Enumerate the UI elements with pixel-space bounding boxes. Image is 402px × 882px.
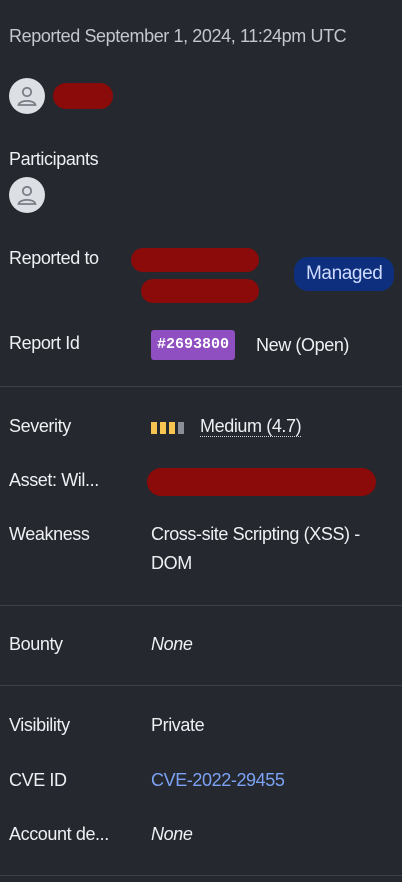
redacted-reporter-name	[53, 83, 113, 109]
report-id-badge[interactable]: #2693800	[151, 330, 236, 360]
reported-to-label: Reported to	[9, 248, 99, 268]
participants-label: Participants	[9, 149, 99, 169]
account-value: None	[151, 824, 193, 844]
asset-label: Asset: Wil...	[9, 470, 99, 490]
divider	[0, 685, 402, 686]
visibility-label: Visibility	[9, 715, 70, 735]
severity-label: Severity	[9, 416, 71, 436]
weakness-value-line2[interactable]: DOM	[151, 553, 192, 574]
weakness-label: Weakness	[9, 524, 90, 544]
divider	[0, 605, 402, 606]
severity-bar-filled	[151, 422, 157, 434]
bounty-label: Bounty	[9, 634, 63, 654]
redacted-asset-name[interactable]	[147, 468, 376, 496]
cve-id-label: CVE ID	[9, 770, 67, 790]
weakness-value-line1[interactable]: Cross-site Scripting (XSS) -	[151, 524, 360, 545]
report-id-label: Report Id	[9, 333, 80, 353]
redacted-program-name-line2	[141, 279, 259, 303]
severity-bar-filled	[160, 422, 166, 434]
cve-id-link[interactable]: CVE-2022-29455	[151, 770, 285, 791]
user-icon	[17, 86, 37, 106]
severity-value[interactable]: Medium (4.7)	[200, 416, 302, 437]
account-label: Account de...	[9, 824, 109, 844]
severity-bar-empty	[178, 422, 184, 434]
redacted-program-name	[131, 248, 259, 272]
report-status: New (Open)	[256, 335, 350, 355]
severity-bar-filled	[169, 422, 175, 434]
divider	[0, 386, 402, 387]
managed-badge: Managed	[294, 257, 395, 291]
user-icon	[17, 185, 37, 205]
reporter-avatar[interactable]	[9, 78, 45, 114]
participant-avatar[interactable]	[9, 177, 45, 213]
reported-timestamp: Reported September 1, 2024, 11:24pm UTC	[9, 26, 347, 46]
visibility-value: Private	[151, 715, 205, 735]
bounty-value: None	[151, 634, 193, 654]
divider	[0, 875, 402, 876]
